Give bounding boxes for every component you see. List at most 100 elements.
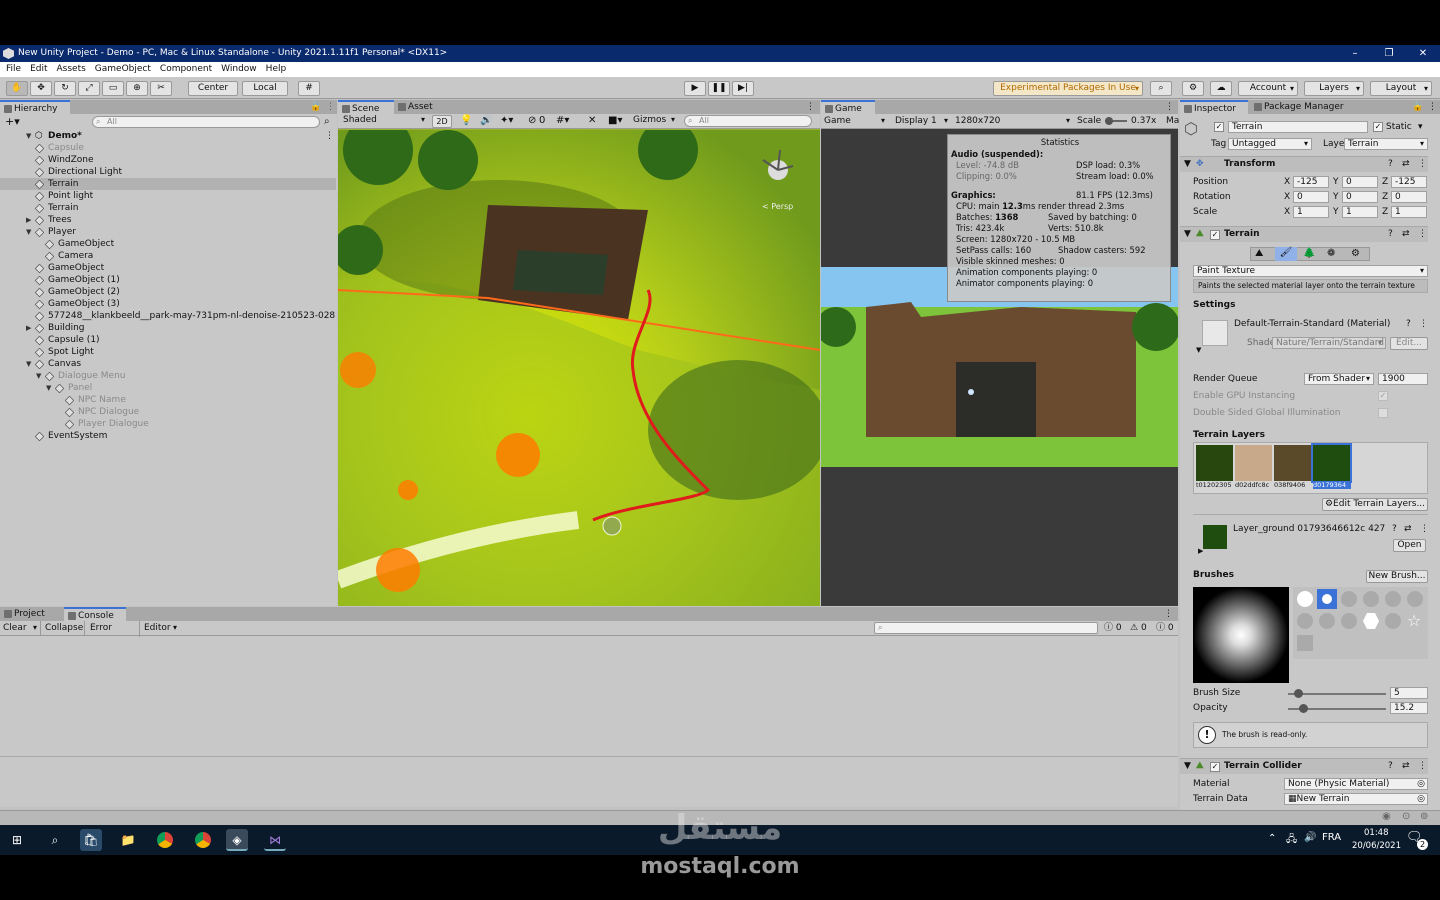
menu-edit[interactable]: Edit (24, 62, 50, 77)
shading-mode-dropdown[interactable]: Shaded (340, 115, 428, 127)
hierarchy-item[interactable]: NPC Dialogue (0, 406, 336, 418)
scene-root-row[interactable]: ▼ ⬡ Demo* ⋮ (0, 130, 336, 142)
help-icon[interactable]: ? (1388, 759, 1393, 774)
hierarchy-item[interactable]: WindZone (0, 154, 336, 166)
rotation-y-field[interactable]: 0 (1342, 191, 1378, 203)
hierarchy-item[interactable]: Point light (0, 190, 336, 202)
opacity-thumb[interactable] (1298, 704, 1308, 713)
resolution-dropdown[interactable]: 1280x720 (955, 114, 1073, 128)
status-collab-icon[interactable]: ⊚ (1420, 811, 1428, 822)
close-button[interactable]: ✕ (1406, 45, 1440, 62)
hierarchy-item[interactable]: Terrain (0, 202, 336, 214)
hierarchy-item[interactable]: GameObject (0, 262, 336, 274)
language-indicator[interactable]: FRA (1322, 832, 1341, 843)
help-icon[interactable]: ? (1406, 318, 1411, 330)
expand-arrow-icon[interactable]: ▼ (26, 226, 31, 238)
panel-menu-icon[interactable]: ⋮ (326, 100, 335, 114)
tab-scene[interactable]: Scene (338, 100, 394, 114)
transform-header[interactable]: ▼ ✥ Transform ? ⇄ ⋮ (1180, 156, 1428, 172)
terrain-header[interactable]: ▼ ⛰ ✓ Terrain ? ⇄ ⋮ (1180, 226, 1428, 242)
display-dropdown[interactable]: Display 1 (895, 114, 951, 128)
tools-icon[interactable]: ✕ (588, 115, 596, 126)
custom-tool-icon[interactable]: ✂ (150, 81, 172, 96)
network-icon[interactable]: 🖧 (1286, 832, 1297, 849)
experimental-packages-dropdown[interactable]: Experimental Packages In Use (993, 81, 1143, 96)
component-menu-icon[interactable]: ⋮ (1418, 227, 1427, 242)
scale-tool-icon[interactable]: ⤢ (78, 81, 100, 96)
status-cache-icon[interactable]: ⊙ (1402, 811, 1410, 822)
preset-icon[interactable]: ⇄ (1402, 157, 1410, 172)
grid-snap-icon[interactable]: # (298, 81, 320, 96)
clear-button[interactable]: Clear (3, 621, 41, 635)
collider-enabled-checkbox[interactable]: ✓ (1210, 762, 1220, 772)
camera-settings-icon[interactable]: ■▾ (608, 115, 622, 126)
editor-dropdown[interactable]: Editor (144, 621, 180, 635)
game-menu-icon[interactable]: ⋮ (1165, 100, 1174, 114)
console-search-input[interactable]: ⌕ (874, 622, 1098, 634)
opacity-slider[interactable] (1288, 704, 1386, 713)
hand-tool-icon[interactable]: ✋ (6, 81, 28, 96)
log-count-toggle[interactable]: ⓘ 0 (1104, 621, 1122, 635)
visual-studio-icon[interactable]: ⋈ (264, 829, 286, 851)
tray-chevron-icon[interactable]: ⌃ (1268, 833, 1276, 844)
persp-label[interactable]: < Persp (762, 202, 793, 211)
search-icon[interactable]: ⌕ (1150, 81, 1172, 96)
search-options-icon[interactable]: ⌕ (324, 116, 330, 127)
brush-cloud-icon[interactable] (1319, 613, 1335, 629)
hierarchy-item[interactable]: Camera (0, 250, 336, 262)
brush-size-slider[interactable] (1288, 689, 1386, 698)
brush-noise-icon[interactable] (1363, 591, 1379, 607)
console-menu-icon[interactable]: ⋮ (1164, 607, 1173, 621)
preset-icon[interactable]: ⇄ (1402, 227, 1410, 242)
axis-y-label[interactable]: Y (1333, 206, 1339, 218)
hierarchy-search-input[interactable]: ⌕ All (92, 116, 320, 128)
axis-x-label[interactable]: X (1284, 206, 1290, 218)
position-y-field[interactable]: 0 (1342, 176, 1378, 188)
menu-gameobject[interactable]: GameObject (89, 62, 154, 77)
terrain-enabled-checkbox[interactable]: ✓ (1210, 230, 1220, 240)
menu-component[interactable]: Component (154, 62, 215, 77)
expand-arrow-icon[interactable]: ▼ (46, 382, 51, 394)
gizmos-dropdown[interactable]: Gizmos (630, 115, 678, 127)
layer-dropdown[interactable]: Terrain (1344, 138, 1428, 150)
rotation-z-field[interactable]: 0 (1391, 191, 1427, 203)
edit-terrain-layers-button[interactable]: ⚙Edit Terrain Layers... (1322, 498, 1428, 511)
hierarchy-item[interactable]: EventSystem (0, 430, 336, 442)
static-checkbox[interactable]: ✓ (1373, 122, 1383, 132)
hierarchy-item[interactable]: GameObject (3) (0, 298, 336, 310)
brush-cloud-icon[interactable] (1385, 613, 1401, 629)
brush-cloud-icon[interactable] (1341, 613, 1357, 629)
brush-round-icon[interactable] (1297, 591, 1313, 607)
paint-mode-dropdown[interactable]: Paint Texture (1193, 265, 1428, 277)
hierarchy-item[interactable]: Player Dialogue (0, 418, 336, 430)
hierarchy-item[interactable]: ▶ Trees (0, 214, 336, 226)
hierarchy-item[interactable]: Directional Light (0, 166, 336, 178)
render-queue-mode-dropdown[interactable]: From Shader (1304, 373, 1374, 385)
hierarchy-item[interactable]: ▼ Canvas (0, 358, 336, 370)
scale-z-field[interactable]: 1 (1391, 206, 1427, 218)
shader-edit-button[interactable]: Edit... (1390, 337, 1428, 350)
foldout-arrow-icon[interactable]: ▼ (1196, 344, 1201, 356)
rect-tool-icon[interactable]: ▭ (102, 81, 124, 96)
tag-dropdown[interactable]: Untagged (1228, 138, 1312, 150)
tab-hierarchy[interactable]: Hierarchy (0, 100, 70, 114)
place-trees-icon[interactable]: 🌲 (1303, 248, 1315, 259)
shader-dropdown[interactable]: Nature/Terrain/Standard (1272, 337, 1386, 349)
tab-project[interactable]: Project (0, 607, 60, 621)
grid-toggle-icon[interactable]: #▾ (556, 115, 569, 126)
hierarchy-item[interactable]: Capsule (1) (0, 334, 336, 346)
windows-start-icon[interactable]: ⊞ (6, 829, 28, 851)
menu-help[interactable]: Help (260, 62, 290, 77)
brush-star-icon[interactable]: ☆ (1407, 611, 1421, 630)
step-button[interactable]: ▶| (732, 81, 754, 96)
tab-inspector[interactable]: Inspector (1180, 100, 1248, 114)
brush-size-field[interactable]: 5 (1390, 687, 1428, 699)
layout-dropdown[interactable]: Layout (1370, 81, 1432, 96)
scene-menu-icon[interactable]: ⋮ (325, 130, 334, 142)
hierarchy-item[interactable]: Terrain (0, 178, 336, 190)
foldout-arrow-icon[interactable]: ▼ (1184, 227, 1191, 242)
hierarchy-item[interactable]: ▶ Building (0, 322, 336, 334)
collab-settings-icon[interactable]: ⚙ (1182, 81, 1204, 96)
store-app-icon[interactable]: 🛍 (80, 829, 102, 851)
axis-z-label[interactable]: Z (1382, 191, 1388, 203)
